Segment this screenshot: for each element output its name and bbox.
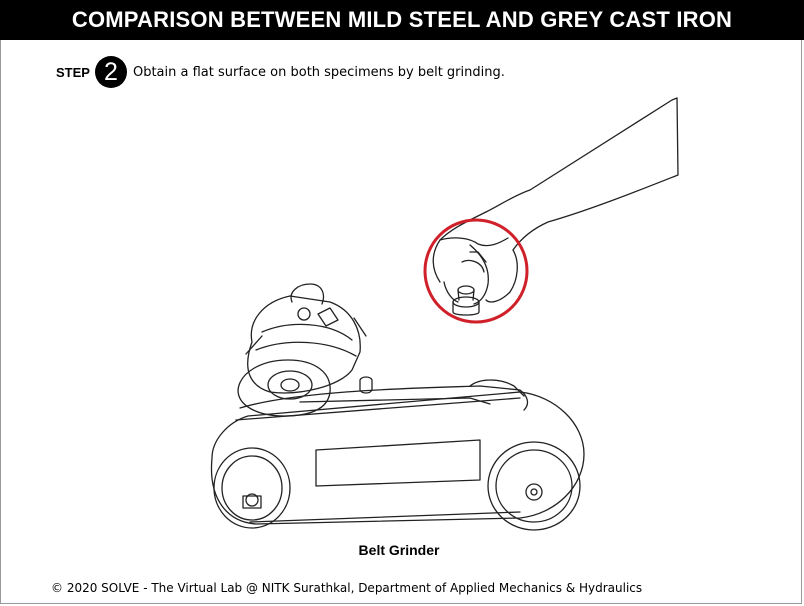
right-pulley: [487, 441, 581, 531]
highlight-circle: [423, 218, 529, 324]
abrasive-belt: [210, 391, 585, 525]
illustration-caption: Belt Grinder: [358, 542, 440, 558]
hand-holding-specimen: [432, 97, 679, 305]
page-title: COMPARISON BETWEEN MILD STEEL AND GREY C…: [0, 0, 804, 40]
step-label: STEP: [56, 64, 90, 80]
specimen: [452, 285, 480, 316]
belt-grinder-illustration: [210, 97, 679, 531]
step-text: Obtain a flat surface on both specimens …: [132, 64, 505, 80]
left-pulley: [213, 447, 291, 529]
footer-copyright: © 2020 SOLVE - The Virtual Lab @ NITK Su…: [51, 581, 643, 595]
